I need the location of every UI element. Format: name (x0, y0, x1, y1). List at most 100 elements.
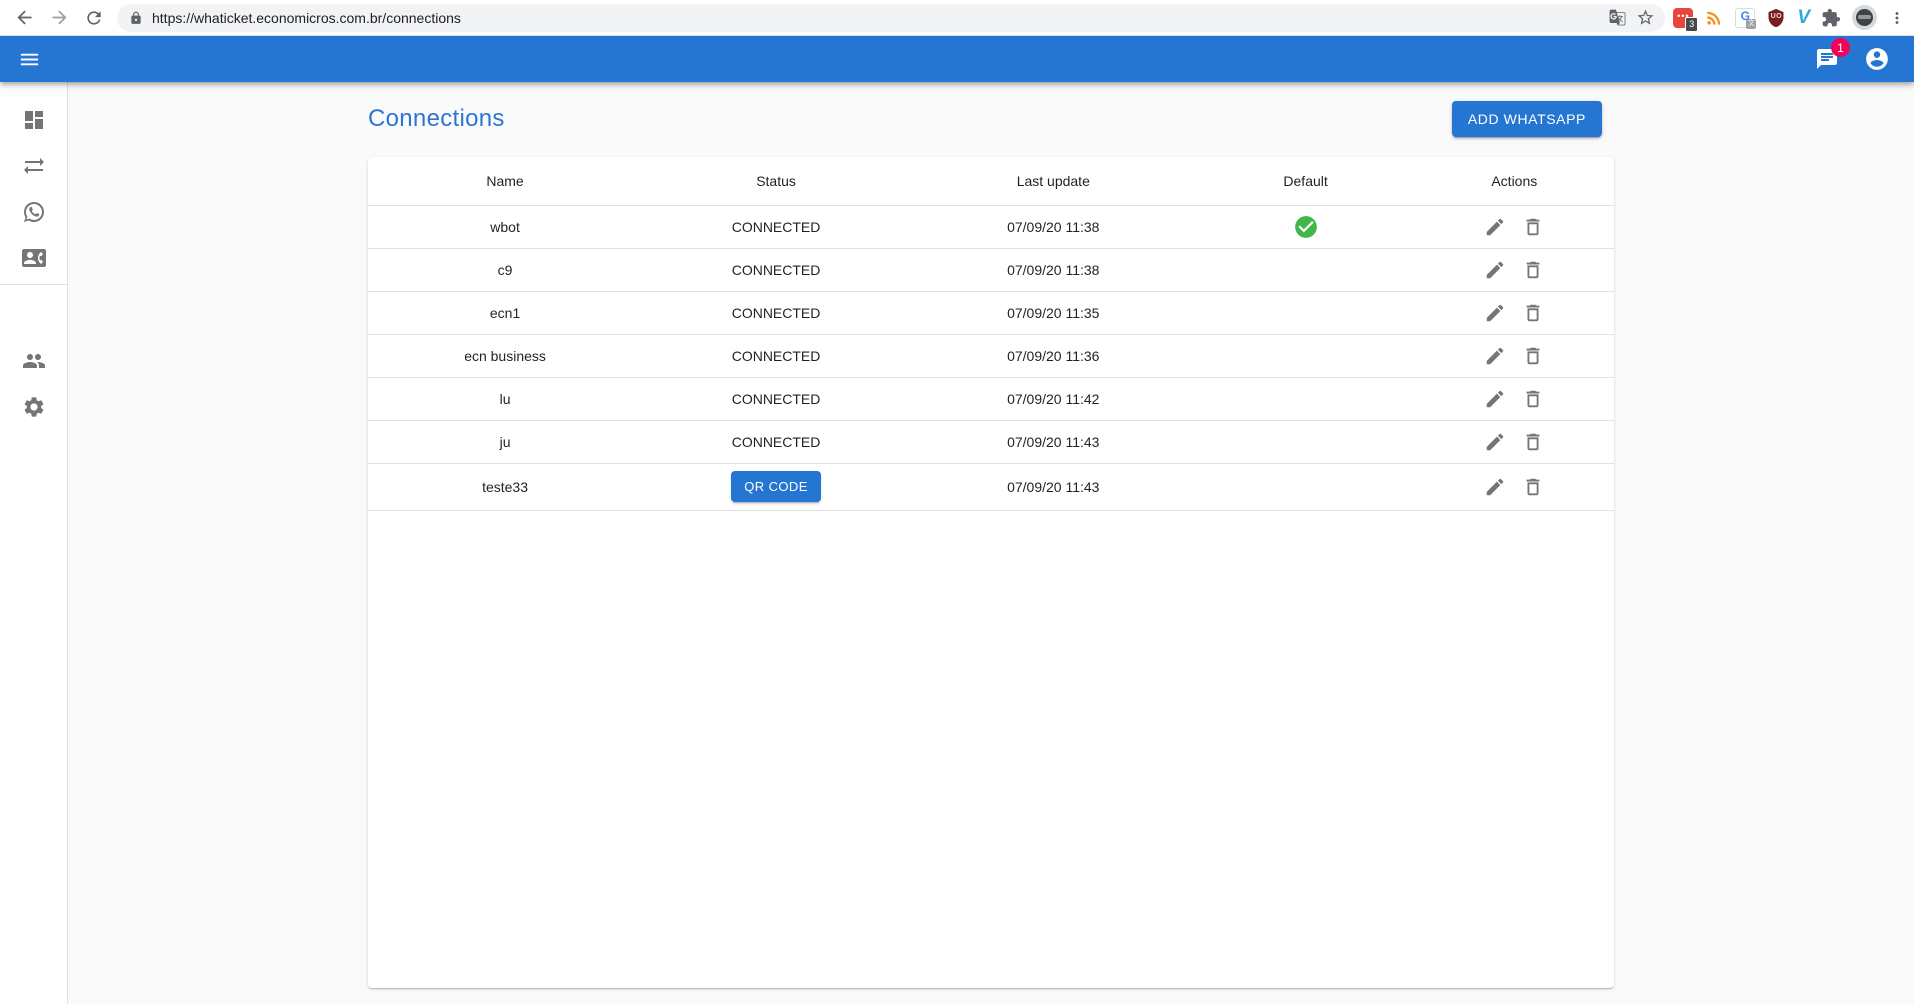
connection-status: CONNECTED (642, 291, 910, 334)
edit-connection-button[interactable] (1484, 345, 1506, 367)
main-content: Connections ADD WHATSAPP Name Status Las… (68, 82, 1914, 1004)
connection-actions (1415, 377, 1614, 420)
connection-last-update: 07/09/20 11:42 (910, 377, 1197, 420)
connection-name: lu (368, 377, 642, 420)
edit-connection-button[interactable] (1484, 431, 1506, 453)
edit-pencil-icon (1484, 302, 1506, 324)
sidebar-item-settings[interactable] (10, 384, 58, 430)
forward-button[interactable] (49, 7, 70, 28)
browser-nav-buttons (0, 7, 117, 28)
check-circle-icon (1293, 214, 1319, 240)
header-actions: Actions (1415, 157, 1614, 205)
whatsapp-icon (22, 200, 46, 224)
bookmark-star-icon[interactable] (1636, 8, 1655, 27)
notification-badge: 1 (1831, 38, 1850, 57)
sidebar-item-connections[interactable] (10, 143, 58, 189)
translate-page-icon[interactable] (1608, 8, 1627, 27)
connection-last-update: 07/09/20 11:38 (910, 248, 1197, 291)
delete-connection-button[interactable] (1522, 216, 1544, 238)
header-status: Status (642, 157, 910, 205)
add-whatsapp-button[interactable]: ADD WHATSAPP (1452, 101, 1602, 137)
table-row: teste33 QR CODE 07/09/20 11:43 (368, 463, 1614, 510)
connection-name: teste33 (368, 463, 642, 510)
vimium-extension-icon[interactable]: V (1797, 8, 1810, 28)
edit-pencil-icon (1484, 388, 1506, 410)
back-button[interactable] (14, 7, 35, 28)
connection-default-cell (1197, 377, 1415, 420)
connection-default-cell (1197, 334, 1415, 377)
qr-code-button[interactable]: QR CODE (731, 471, 820, 502)
sync-alt-icon (22, 154, 46, 178)
app-bar: 1 (0, 36, 1914, 82)
table-row: ju CONNECTED 07/09/20 11:43 (368, 420, 1614, 463)
edit-pencil-icon (1484, 259, 1506, 281)
connection-last-update: 07/09/20 11:43 (910, 420, 1197, 463)
people-icon (22, 349, 46, 373)
dashboard-icon (22, 108, 46, 132)
reload-icon (84, 8, 104, 28)
table-row: lu CONNECTED 07/09/20 11:42 (368, 377, 1614, 420)
sidebar-item-tickets[interactable] (10, 189, 58, 235)
sidebar-item-dashboard[interactable] (10, 97, 58, 143)
header-default: Default (1197, 157, 1415, 205)
delete-connection-button[interactable] (1522, 388, 1544, 410)
connection-last-update: 07/09/20 11:43 (910, 463, 1197, 510)
connection-actions (1415, 463, 1614, 510)
puzzle-extensions-icon[interactable] (1821, 8, 1841, 28)
delete-connection-button[interactable] (1522, 345, 1544, 367)
page-title: Connections (368, 105, 505, 133)
extension-icons: •••3 G文 UO V (1673, 5, 1914, 30)
red-dots-extension-icon[interactable]: •••3 (1673, 8, 1693, 28)
browser-profile-avatar[interactable] (1852, 5, 1877, 30)
sidebar (0, 82, 68, 1004)
translate-extension-icon[interactable]: G文 (1735, 8, 1755, 28)
delete-connection-button[interactable] (1522, 259, 1544, 281)
reload-button[interactable] (84, 8, 104, 28)
hamburger-menu-button[interactable] (18, 48, 41, 71)
trash-icon (1522, 388, 1544, 410)
edit-pencil-icon (1484, 476, 1506, 498)
connection-actions (1415, 291, 1614, 334)
browser-toolbar: https://whaticket.economicros.com.br/con… (0, 0, 1914, 36)
connection-last-update: 07/09/20 11:38 (910, 205, 1197, 248)
extension-badge: 3 (1685, 17, 1698, 32)
connection-status: CONNECTED (642, 377, 910, 420)
table-row: c9 CONNECTED 07/09/20 11:38 (368, 248, 1614, 291)
account-button[interactable] (1864, 46, 1890, 72)
sidebar-item-contacts[interactable] (10, 235, 58, 281)
contact-phone-icon (22, 246, 46, 270)
trash-icon (1522, 259, 1544, 281)
settings-gear-icon (22, 395, 46, 419)
url-bar[interactable]: https://whaticket.economicros.com.br/con… (117, 4, 1665, 32)
connection-actions (1415, 420, 1614, 463)
edit-connection-button[interactable] (1484, 259, 1506, 281)
header-name: Name (368, 157, 642, 205)
edit-connection-button[interactable] (1484, 302, 1506, 324)
table-row: wbot CONNECTED 07/09/20 11:38 (368, 205, 1614, 248)
browser-menu-icon[interactable] (1888, 9, 1906, 27)
notifications-chat-button[interactable]: 1 (1815, 47, 1839, 71)
table-row: ecn business CONNECTED 07/09/20 11:36 (368, 334, 1614, 377)
connection-name: c9 (368, 248, 642, 291)
edit-pencil-icon (1484, 345, 1506, 367)
ublock-extension-icon[interactable]: UO (1766, 8, 1786, 28)
edit-pencil-icon (1484, 216, 1506, 238)
back-arrow-icon (14, 7, 35, 28)
rss-extension-icon[interactable] (1704, 8, 1724, 28)
connection-status: CONNECTED (642, 420, 910, 463)
sidebar-item-users[interactable] (10, 338, 58, 384)
trash-icon (1522, 345, 1544, 367)
delete-connection-button[interactable] (1522, 302, 1544, 324)
hamburger-icon (18, 48, 41, 71)
lock-icon (129, 11, 143, 25)
delete-connection-button[interactable] (1522, 476, 1544, 498)
trash-icon (1522, 431, 1544, 453)
delete-connection-button[interactable] (1522, 431, 1544, 453)
edit-connection-button[interactable] (1484, 388, 1506, 410)
trash-icon (1522, 216, 1544, 238)
connection-status: CONNECTED (642, 334, 910, 377)
edit-connection-button[interactable] (1484, 216, 1506, 238)
page-header: Connections ADD WHATSAPP (368, 100, 1614, 137)
edit-connection-button[interactable] (1484, 476, 1506, 498)
connection-status-cell: QR CODE (642, 463, 910, 510)
